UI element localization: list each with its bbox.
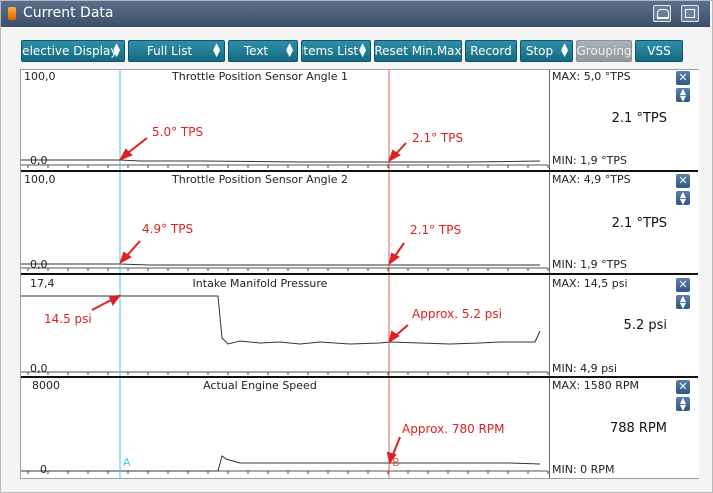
current-value: 788 RPM [609, 421, 667, 436]
current-value: 2.1 °TPS [611, 111, 667, 126]
trace-tps1 [21, 159, 541, 163]
annotation-label: 2.1° TPS [412, 131, 464, 145]
min-value: MIN: 1,9 °TPS [552, 258, 627, 271]
panel-title: Actual Engine Speed [203, 379, 317, 392]
close-icon[interactable]: ✕ [676, 71, 690, 85]
max-value: MAX: 1580 RPM [552, 379, 640, 392]
y-max-label: 100,0 [24, 173, 56, 186]
min-value: MIN: 4,9 psi [552, 362, 617, 375]
annotation-label: Approx. 5.2 psi [412, 307, 502, 321]
panel-separator [21, 170, 698, 172]
y-min-label: 0,0 [30, 154, 48, 167]
annotation-arrows [91, 137, 409, 465]
cursor-b-label: B [392, 456, 400, 469]
annotation-label: 5.0° TPS [152, 125, 204, 139]
y-min-label: 0 [40, 463, 47, 476]
min-value: MIN: 1,9 °TPS [552, 154, 627, 167]
sort-icon[interactable]: ▲ ▼ [676, 295, 690, 310]
sort-icon[interactable]: ▲ ▼ [676, 397, 690, 412]
annotation-label: 14.5 psi [44, 312, 92, 326]
y-min-label: 0,0 [30, 362, 48, 375]
close-icon[interactable]: ✕ [676, 174, 690, 188]
sort-icon[interactable]: ▲ ▼ [676, 191, 690, 206]
cursor-a-label: A [123, 456, 131, 469]
current-value: 5.2 psi [623, 318, 667, 333]
close-icon[interactable]: ✕ [676, 278, 690, 292]
current-value: 2.1 °TPS [611, 216, 667, 231]
trace-rpm [21, 455, 541, 472]
panel-title: Throttle Position Sensor Angle 1 [172, 70, 348, 83]
max-value: MAX: 4,9 °TPS [552, 173, 631, 186]
y-max-label: 8000 [32, 379, 60, 392]
panel-title: Intake Manifold Pressure [192, 277, 328, 290]
y-max-label: 100,0 [24, 70, 56, 83]
annotation-label: 4.9° TPS [142, 222, 194, 236]
close-icon[interactable]: ✕ [676, 380, 690, 394]
panel-separator [21, 273, 698, 275]
min-value: MIN: 0 RPM [552, 463, 615, 476]
y-min-label: 0,0 [30, 258, 48, 271]
max-value: MAX: 5,0 °TPS [552, 70, 631, 83]
annotation-label: 2.1° TPS [410, 223, 462, 237]
trace-tps2 [21, 263, 540, 266]
max-value: MAX: 14,5 psi [552, 277, 628, 290]
annotation-label: Approx. 780 RPM [402, 422, 505, 436]
sort-icon[interactable]: ▲ ▼ [676, 88, 690, 103]
panel-title: Throttle Position Sensor Angle 2 [172, 173, 348, 186]
y-max-label: 17,4 [30, 277, 55, 290]
panel-separator [21, 376, 698, 378]
